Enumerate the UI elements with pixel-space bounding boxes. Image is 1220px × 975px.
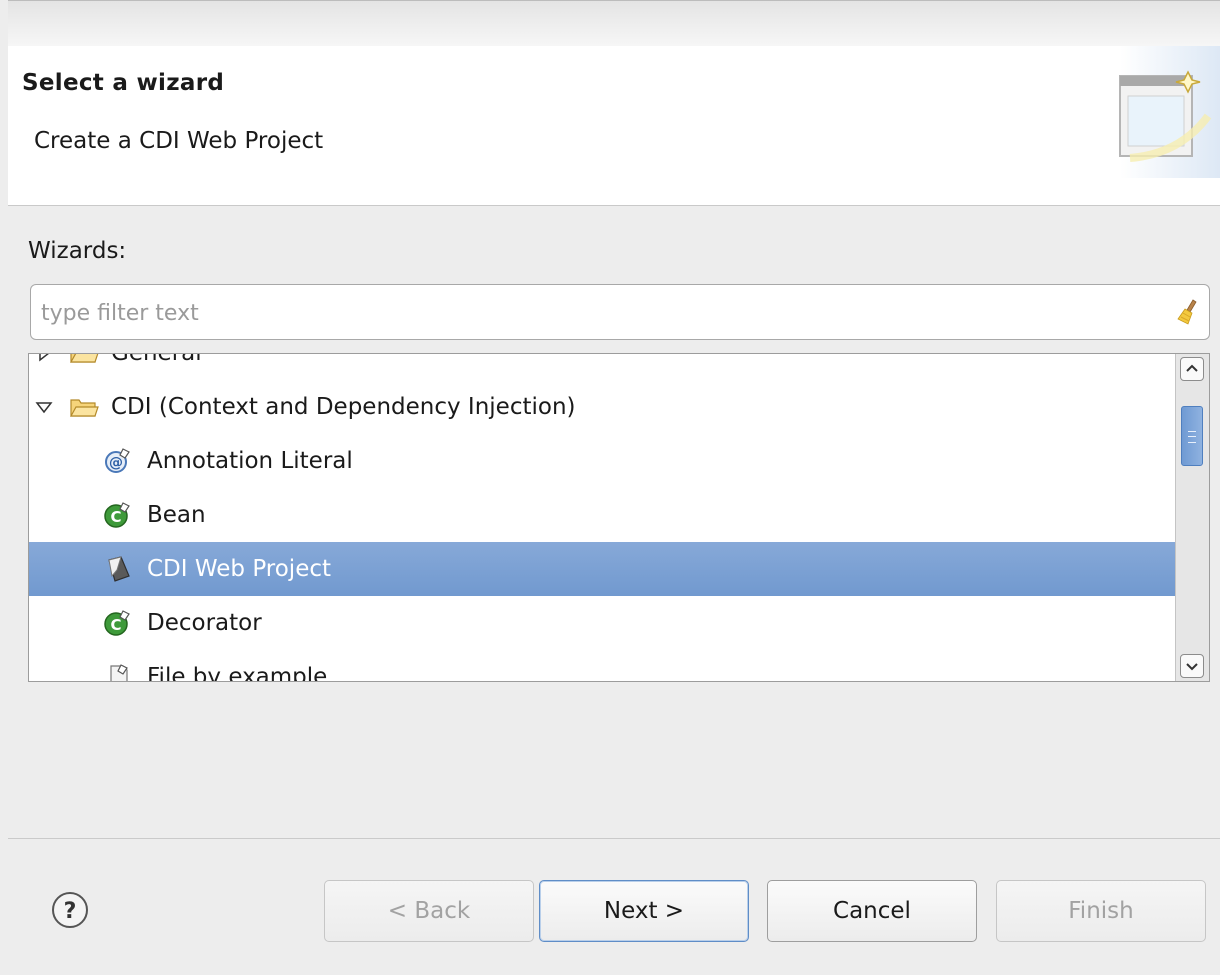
wizard-header: Select a wizard Create a CDI Web Project — [8, 46, 1220, 206]
tree-item-decorator[interactable]: C Decorator — [29, 596, 1175, 650]
tree-item-bean[interactable]: C Bean — [29, 488, 1175, 542]
svg-text:C: C — [110, 616, 121, 634]
annotation-literal-icon: @ — [105, 448, 130, 473]
tree-item-label: Bean — [147, 502, 206, 528]
filter-field[interactable] — [30, 284, 1210, 341]
footer-separator — [8, 838, 1220, 839]
back-button[interactable]: < Back — [324, 880, 534, 942]
tree-item-cdi[interactable]: CDI (Context and Dependency Injection) — [29, 380, 1175, 434]
tree-item-cdi-web-project[interactable]: CDI Web Project — [29, 542, 1175, 596]
filter-input[interactable] — [39, 285, 1163, 341]
wizards-label: Wizards: — [28, 238, 127, 264]
chevron-down-icon — [1186, 663, 1198, 671]
cancel-button[interactable]: Cancel — [767, 880, 977, 942]
header-description: Create a CDI Web Project — [34, 128, 324, 154]
tree-item-label: General — [111, 353, 202, 366]
help-icon[interactable]: ? — [50, 890, 90, 930]
tree-item-label: CDI (Context and Dependency Injection) — [111, 394, 576, 420]
tree-item-general[interactable]: General — [29, 353, 1175, 380]
dialog-title-strip — [8, 0, 1220, 46]
file-icon — [110, 664, 128, 681]
vertical-scrollbar[interactable] — [1175, 354, 1209, 681]
scroll-thumb[interactable] — [1181, 406, 1203, 466]
bean-class-icon: C — [104, 502, 130, 528]
scroll-down-button[interactable] — [1180, 654, 1204, 678]
thumb-grip-icon — [1188, 431, 1196, 443]
next-button[interactable]: Next > — [539, 880, 749, 942]
tree-item-label: File by example — [147, 664, 328, 682]
tree-item-label: CDI Web Project — [147, 556, 332, 582]
tree-item-label: Annotation Literal — [147, 448, 353, 474]
svg-text:C: C — [110, 508, 121, 526]
collapsed-twisty-icon[interactable] — [35, 353, 53, 362]
new-wizard-banner-icon — [1119, 46, 1220, 178]
tree-item-file-by-example[interactable]: File by example — [29, 650, 1175, 682]
finish-button[interactable]: Finish — [996, 880, 1206, 942]
scroll-up-button[interactable] — [1180, 357, 1204, 381]
wizard-tree[interactable]: General CDI (Context and Dependency Inje… — [28, 353, 1210, 682]
tree-item-label: Decorator — [147, 610, 262, 636]
wizard-tree-rows: General CDI (Context and Dependency Inje… — [29, 353, 1175, 682]
svg-text:@: @ — [109, 455, 123, 471]
new-wizard-dialog: Select a wizard Create a CDI Web Project… — [0, 0, 1220, 975]
expanded-twisty-icon[interactable] — [35, 398, 53, 416]
tree-item-annotation-literal[interactable]: @ Annotation Literal — [29, 434, 1175, 488]
folder-icon — [69, 399, 99, 417]
clear-broom-icon[interactable] — [1173, 297, 1203, 327]
decorator-class-icon: C — [104, 610, 130, 636]
header-title: Select a wizard — [22, 70, 225, 96]
chevron-up-icon — [1186, 364, 1198, 372]
cdi-project-icon — [108, 556, 130, 582]
svg-text:?: ? — [64, 899, 77, 924]
folder-icon — [69, 354, 99, 363]
